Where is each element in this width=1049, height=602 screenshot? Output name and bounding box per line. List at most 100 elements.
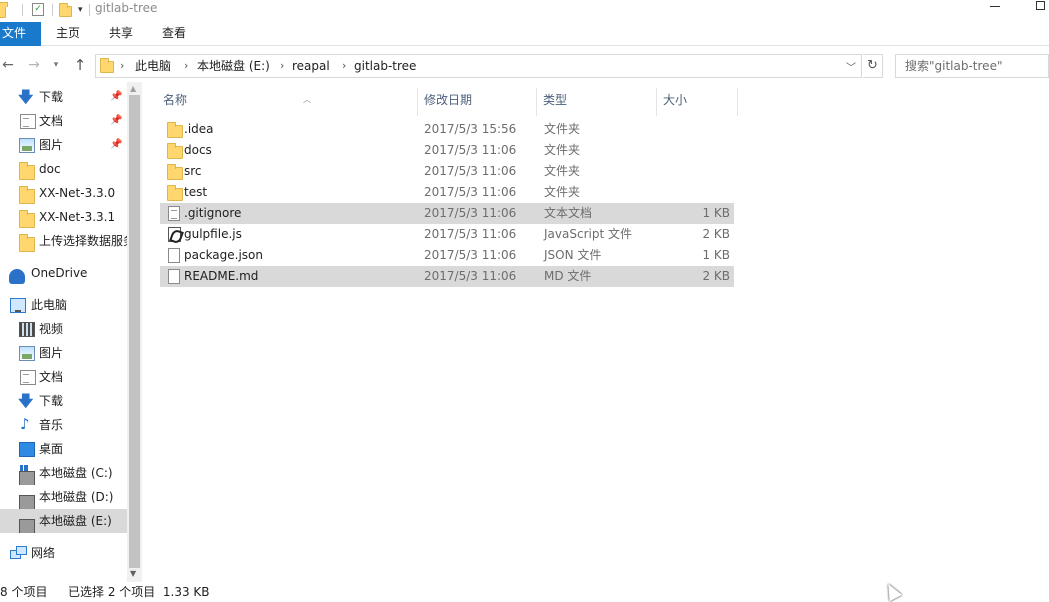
computer-icon [10, 298, 26, 313]
breadcrumb-drive-e[interactable]: 本地磁盘 (E:) [197, 58, 270, 74]
drive-icon [19, 495, 35, 509]
js-file-icon [168, 227, 181, 242]
search-box[interactable] [895, 54, 1049, 78]
table-row[interactable]: .gitignore 2017/5/3 11:06 文本文档 1 KB [160, 203, 734, 224]
nav-item-drive-e[interactable]: 本地磁盘 (E:) [0, 509, 127, 533]
refresh-button[interactable]: ↻ [863, 54, 883, 78]
tab-file[interactable]: 文件 [0, 22, 41, 46]
column-divider[interactable] [417, 88, 418, 116]
new-folder-icon[interactable] [59, 2, 72, 17]
scroll-up-icon[interactable]: ▲ [130, 84, 136, 93]
column-divider[interactable] [737, 88, 738, 116]
nav-item-xx-net-331[interactable]: XX-Net-3.3.1 [0, 205, 127, 229]
column-header-type[interactable]: 类型 [543, 88, 655, 112]
pin-icon: 📌 [110, 91, 123, 102]
pin-icon: 📌 [110, 139, 123, 150]
scroll-down-icon[interactable]: ▼ [130, 569, 136, 578]
nav-item-doc[interactable]: doc [0, 157, 127, 181]
folder-icon [167, 164, 183, 180]
cloud-icon [9, 269, 25, 284]
chevron-right-icon[interactable]: › [184, 58, 188, 74]
folder-icon [0, 2, 8, 18]
file-list: 名称 ︿ 修改日期 类型 大小 .idea 2017/5/3 15:56 文件夹… [142, 82, 1049, 582]
drive-icon [19, 465, 35, 485]
document-icon [20, 114, 36, 129]
column-header-date[interactable]: 修改日期 [424, 88, 536, 112]
nav-item-drive-d[interactable]: 本地磁盘 (D:) [0, 485, 127, 509]
music-icon: ♪ [20, 415, 30, 433]
tab-view[interactable]: 查看 [162, 22, 186, 46]
table-row[interactable]: gulpfile.js 2017/5/3 11:06 JavaScript 文件… [160, 224, 734, 245]
file-icon [168, 269, 180, 284]
folder-icon [19, 162, 35, 180]
chevron-right-icon[interactable]: › [342, 58, 346, 74]
nav-item-documents-pinned[interactable]: 文档 📌 [0, 109, 127, 133]
nav-item-onedrive[interactable]: OneDrive [0, 261, 127, 285]
breadcrumb-this-pc[interactable]: 此电脑 [135, 58, 171, 74]
chevron-right-icon[interactable]: › [120, 58, 124, 74]
recent-locations-button[interactable]: ▾ [48, 56, 64, 74]
sort-up-icon: ︿ [303, 95, 311, 104]
nav-item-downloads-pinned[interactable]: 🡇 下载 📌 [0, 85, 127, 109]
nav-item-desktop[interactable]: 桌面 [0, 437, 127, 461]
window-title: gitlab-tree [95, 1, 158, 15]
breadcrumb-reapal[interactable]: reapal [292, 58, 330, 74]
arrow-down-icon: 🡇 [18, 392, 34, 410]
search-input[interactable] [896, 55, 1048, 77]
column-divider[interactable] [536, 88, 537, 116]
table-row[interactable]: .idea 2017/5/3 15:56 文件夹 [160, 119, 734, 140]
column-header-size[interactable]: 大小 [663, 88, 737, 112]
column-header-name[interactable]: 名称 ︿ [163, 88, 417, 112]
nav-item-pictures-pinned[interactable]: 图片 📌 [0, 133, 127, 157]
item-count: 8 个项目 [0, 585, 48, 599]
quick-access-toolbar: ✓ ▾ [0, 1, 90, 18]
tab-share[interactable]: 共享 [109, 22, 133, 46]
nav-item-upload-folder[interactable]: 上传选择数据服务 [0, 229, 127, 253]
table-row[interactable]: test 2017/5/3 11:06 文件夹 [160, 182, 734, 203]
table-row[interactable]: package.json 2017/5/3 11:06 JSON 文件 1 KB [160, 245, 734, 266]
maximize-button[interactable] [1036, 1, 1045, 10]
folder-icon [167, 185, 183, 201]
file-icon [168, 248, 180, 263]
text-file-icon [168, 206, 180, 221]
scrollbar-thumb[interactable] [129, 95, 140, 568]
minimize-button[interactable] [990, 0, 1000, 10]
table-row[interactable]: README.md 2017/5/3 11:06 MD 文件 2 KB [160, 266, 734, 287]
customize-toolbar-icon[interactable]: ▾ [78, 5, 83, 15]
document-icon [20, 370, 36, 385]
table-row[interactable]: src 2017/5/3 11:06 文件夹 [160, 161, 734, 182]
nav-item-documents[interactable]: 文档 [0, 365, 127, 389]
address-bar[interactable]: › 此电脑 › 本地磁盘 (E:) › reapal › gitlab-tree… [95, 54, 862, 78]
chevron-down-icon[interactable]: ﹀ [846, 59, 856, 74]
properties-icon[interactable]: ✓ [32, 3, 44, 16]
forward-button[interactable]: → [26, 56, 42, 74]
refresh-icon: ↻ [867, 58, 878, 73]
nav-scrollbar[interactable]: ▲ ▼ [127, 82, 142, 582]
column-divider[interactable] [656, 88, 657, 116]
nav-item-music[interactable]: ♪ 音乐 [0, 413, 127, 437]
nav-item-pictures[interactable]: 图片 [0, 341, 127, 365]
nav-item-xx-net-330[interactable]: XX-Net-3.3.0 [0, 181, 127, 205]
folder-icon [19, 234, 35, 252]
nav-item-this-pc[interactable]: 此电脑 [0, 293, 127, 317]
video-icon [19, 322, 35, 337]
breadcrumb-gitlab-tree[interactable]: gitlab-tree [354, 58, 416, 74]
picture-icon [19, 138, 35, 153]
table-row[interactable]: docs 2017/5/3 11:06 文件夹 [160, 140, 734, 161]
arrow-down-icon: 🡇 [18, 88, 34, 106]
nav-item-network[interactable]: 网络 [0, 541, 127, 565]
tab-home[interactable]: 主页 [56, 22, 80, 46]
chevron-right-icon[interactable]: › [280, 58, 284, 74]
folder-icon [19, 186, 35, 204]
nav-item-videos[interactable]: 视频 [0, 317, 127, 341]
back-button[interactable]: ← [0, 56, 16, 74]
drive-icon [19, 519, 35, 533]
nav-item-downloads[interactable]: 🡇 下载 [0, 389, 127, 413]
pin-icon: 📌 [110, 115, 123, 126]
network-icon [10, 546, 27, 561]
up-button[interactable]: ↑ [72, 56, 88, 74]
ribbon-tabs: 文件 主页 共享 查看 [0, 22, 1049, 46]
selection-info: 已选择 2 个项目 1.33 KB [68, 585, 210, 599]
nav-item-drive-c[interactable]: 本地磁盘 (C:) [0, 461, 127, 485]
desktop-icon [19, 442, 35, 457]
